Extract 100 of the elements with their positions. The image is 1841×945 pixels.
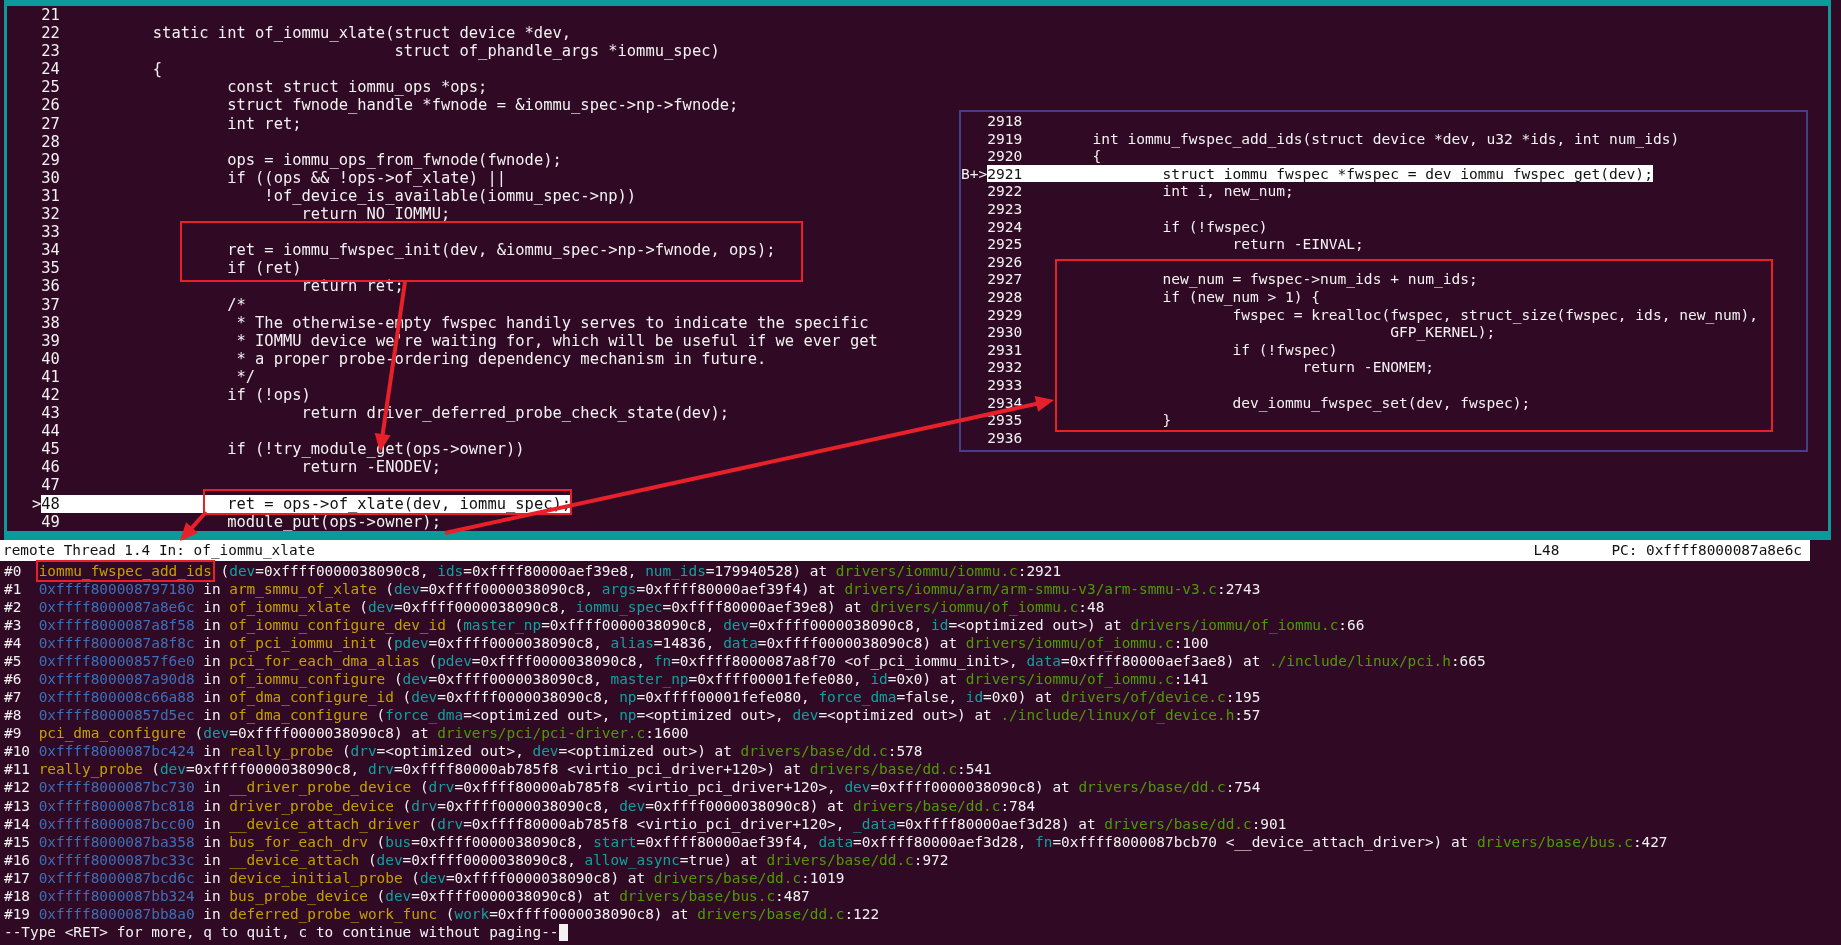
line-number: 2918 — [987, 112, 1023, 130]
line-number: 2921 — [987, 164, 1023, 183]
line-number: 30 — [41, 168, 61, 187]
backtrace-line: #13 0xffff8000087bc818 in driver_probe_device (drv=0xffff0000038090c8, dev=0xffff0000038090c8) at drivers/base/dd.c:784 — [4, 796, 1036, 815]
code-line: dev_iommu_fwspec_set(dev, fwspec); — [1232, 393, 1531, 412]
backtrace-line: #10 0xffff8000087bc424 in really_probe (drv=<optimized out>, dev=<optimized out>) at drivers/base/dd.c:578 — [4, 742, 923, 761]
code-line: */ — [236, 367, 256, 386]
line-number: 45 — [41, 440, 61, 459]
program-counter: PC: 0xffff8000087a8e6c — [1611, 540, 1802, 560]
line-number: 28 — [41, 132, 61, 151]
code-line: if (!try_module_get(ops->owner)) — [227, 440, 525, 459]
backtrace-line: #2 0xffff8000087a8e6c in of_iommu_xlate (dev=0xffff0000038090c8, iommu_spec=0xffff80000aef39e8) at drivers/iommu/of_iommu.c:48 — [4, 598, 1105, 616]
code-line: module_put(ops->owner); — [227, 512, 441, 531]
backtrace-line: #1 0xffff800008797180 in arm_smmu_of_xlate (dev=0xffff0000038090c8, args=0xffff80000aef39f4) at drivers/iommu/arm/arm-smmu-v3/arm-smmu-v3.c:2743 — [4, 580, 1261, 598]
line-number: 21 — [41, 6, 61, 25]
code-line: const struct iommu_ops *ops; — [227, 78, 488, 97]
code-line: return NO_IOMMU; — [301, 205, 451, 224]
line-number: 31 — [41, 186, 61, 206]
backtrace-line: #9 pci_dma_configure (dev=0xffff0000038090c8) at drivers/pci/pci-driver.c:1600 — [4, 724, 689, 743]
line-number: 38 — [41, 313, 61, 332]
code-line: !of_device_is_available(iommu_spec->np)) — [264, 186, 637, 206]
pager-prompt: --Type <RET> for more, q to quit, c to continue without paging-- — [4, 923, 559, 942]
backtrace-line: #0 iommu_fwspec_add_ids (dev=0xffff0000038090c8, ids=0xffff80000aef39e8, num_ids=179940528) at drivers/iommu/iommu.c:2921 — [4, 561, 1062, 580]
line-number: 23 — [41, 42, 61, 61]
code-line: return -ENODEV; — [301, 458, 441, 477]
code-line: if (new_num > 1) { — [1162, 287, 1321, 306]
code-line: int iommu_fwspec_add_ids(struct device *dev, u32 *ids, int num_ids) — [1092, 129, 1680, 148]
code-line: { — [1092, 147, 1102, 165]
line-number: 43 — [41, 404, 61, 423]
backtrace-line: #18 0xffff8000087bb324 in bus_probe_device (dev=0xffff0000038090c8) at drivers/base/bus.c:487 — [4, 887, 810, 905]
line-number: 2919 — [987, 129, 1023, 148]
line-number: 2920 — [987, 147, 1023, 165]
backtrace-line: #14 0xffff8000087bcc00 in __device_attach_driver (drv=0xffff80000ab785f8 <virtio_pci_driver+120>, _data=0xffff80000aef3d28) at drivers/base/dd.c:901 — [4, 815, 1287, 833]
line-number: 2923 — [987, 199, 1023, 218]
backtrace-line: #16 0xffff8000087bc33c in __device_attach (dev=0xffff0000038090c8, allow_async=true) at drivers/base/dd.c:972 — [4, 851, 949, 869]
line-number: 44 — [41, 422, 61, 441]
line-number: 26 — [41, 96, 61, 115]
code-line: return -EINVAL; — [1232, 235, 1364, 253]
line-number: 35 — [41, 259, 61, 278]
line-number: 2931 — [987, 340, 1023, 359]
line-number: 47 — [41, 476, 61, 495]
thread-location: remote Thread 1.4 In: of_iommu_xlate — [3, 540, 315, 561]
line-number: 46 — [41, 458, 61, 477]
line-number: 2930 — [987, 323, 1023, 341]
code-line: fwspec = krealloc(fwspec, struct_size(fwspec, ids, new_num), — [1232, 305, 1758, 324]
code-line: if (!fwspec) — [1232, 340, 1338, 359]
backtrace-line: #3 0xffff8000087a8f58 in of_iommu_configure_dev_id (master_np=0xffff0000038090c8, dev=0xffff0000038090c8, id=<optimized out>) at drivers/iommu/of_iommu.c:66 — [4, 616, 1365, 634]
code-line: return -ENOMEM; — [1302, 358, 1434, 376]
backtrace-line: #12 0xffff8000087bc730 in __driver_probe_device (drv=0xffff80000ab785f8 <virtio_pci_driver+120>, dev=0xffff0000038090c8) at drivers/base/dd.c:754 — [4, 778, 1261, 797]
line-number: 2925 — [987, 235, 1023, 253]
line-number: 2936 — [987, 428, 1023, 447]
line-number: 40 — [41, 349, 61, 368]
line-indicator: L48 — [1533, 540, 1560, 560]
backtrace-line: #19 0xffff8000087bb8a0 in deferred_probe_work_func (work=0xffff0000038090c8) at drivers/base/dd.c:122 — [4, 905, 880, 923]
line-number: 2928 — [987, 287, 1023, 306]
line-number: 2935 — [987, 411, 1023, 429]
line-number: 2932 — [987, 358, 1023, 376]
line-number: 2922 — [987, 182, 1023, 200]
code-line: struct of_phandle_args *iommu_spec) — [394, 42, 720, 61]
line-number: 36 — [41, 277, 61, 296]
line-number: 22 — [41, 24, 61, 43]
backtrace-line: #4 0xffff8000087a8f8c in of_pci_iommu_init (pdev=0xffff0000038090c8, alias=14836, data=0xffff0000038090c8) at drivers/iommu/of_iommu.c:100 — [4, 634, 1209, 653]
code-line: static int of_iommu_xlate(struct device *dev, — [152, 24, 572, 43]
line-number: 34 — [41, 241, 61, 260]
code-line: struct fwnode_handle *fwnode = &iommu_spec->np->fwnode; — [227, 96, 739, 115]
code-line: GFP_KERNEL); — [1390, 323, 1496, 341]
line-number: 2924 — [987, 217, 1023, 236]
code-line: return ret; — [301, 277, 404, 296]
code-line: if ((ops && !ops->of_xlate) || — [227, 168, 506, 187]
text-cursor — [558, 923, 568, 941]
line-number: 37 — [41, 295, 61, 314]
backtrace-line: #6 0xffff8000087a90d8 in of_iommu_configure (dev=0xffff0000038090c8, master_np=0xffff00001fefe080, id=0x0) at drivers/iommu/of_iommu.c:141 — [4, 670, 1209, 689]
line-marker: B+> — [961, 164, 988, 183]
backtrace-line: #17 0xffff8000087bcd6c in device_initial_probe (dev=0xffff0000038090c8) at drivers/base/dd.c:1019 — [4, 869, 845, 887]
line-number: 29 — [41, 150, 61, 169]
line-number: 49 — [41, 512, 61, 531]
code-line: } — [1162, 411, 1172, 429]
line-number: 41 — [41, 367, 61, 386]
line-number: 2926 — [987, 252, 1023, 271]
line-number: 2934 — [987, 393, 1023, 412]
code-line: int i, new_num; — [1162, 182, 1294, 200]
line-number: 33 — [41, 223, 61, 242]
backtrace-line: #7 0xffff800008c66a88 in of_dma_configure_id (dev=0xffff0000038090c8, np=0xffff00001fefe080, force_dma=false, id=0x0) at drivers/of/device.c:195 — [4, 688, 1261, 707]
backtrace-line: #5 0xffff80000857f6e0 in pci_for_each_dma_alias (pdev=0xffff0000038090c8, fn=0xffff8000087a8f70 <of_pci_iommu_init>, data=0xffff80000aef3ae8) at ./include/linux/pci.h:665 — [4, 652, 1486, 671]
code-line: /* — [227, 295, 246, 314]
line-marker: > — [32, 494, 42, 513]
line-number: 42 — [41, 385, 61, 405]
line-number: 39 — [41, 331, 61, 350]
line-number: 2933 — [987, 375, 1023, 394]
code-line: if (!ops) — [227, 385, 311, 405]
code-line: if (!fwspec) — [1162, 217, 1268, 236]
backtrace-line: #11 really_probe (dev=0xffff0000038090c8, drv=0xffff80000ab785f8 <virtio_pci_driver+120>) at drivers/base/dd.c:541 — [4, 760, 992, 779]
line-number: 27 — [41, 114, 61, 133]
line-number: 24 — [41, 60, 61, 79]
code-line: int ret; — [227, 114, 302, 133]
line-number: 2929 — [987, 305, 1023, 324]
code-line: ret = iommu_fwspec_init(dev, &iommu_spec->np->fwnode, ops); — [227, 241, 776, 260]
line-number: 2927 — [987, 270, 1023, 288]
line-number: 48 — [41, 494, 79, 513]
line-number: 32 — [41, 205, 61, 224]
